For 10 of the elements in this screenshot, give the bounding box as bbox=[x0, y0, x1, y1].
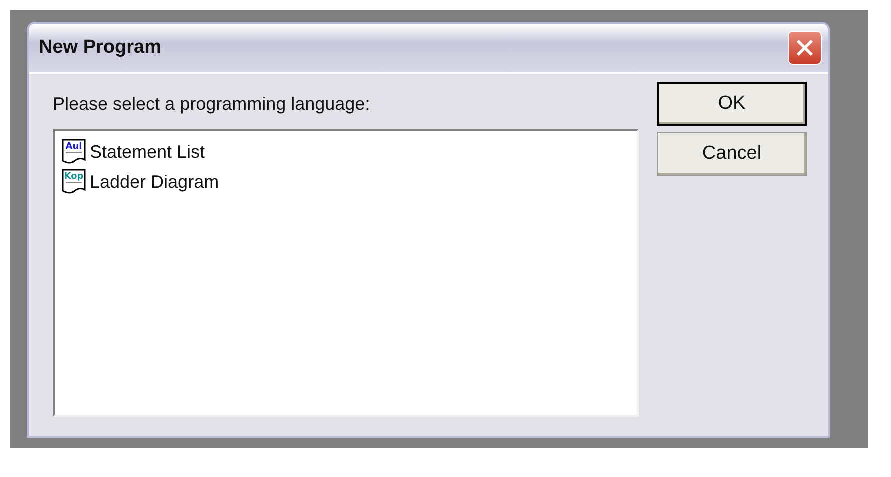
language-item[interactable]: Aul Statement List bbox=[61, 139, 206, 165]
close-icon bbox=[795, 38, 815, 58]
document-icon: Kop bbox=[61, 169, 87, 195]
prompt-label: Please select a programming language: bbox=[53, 94, 372, 115]
cancel-button[interactable]: Cancel bbox=[657, 132, 807, 176]
document-icon: Aul bbox=[61, 139, 87, 165]
window-title: New Program bbox=[39, 37, 162, 59]
language-item[interactable]: Kop Ladder Diagram bbox=[61, 169, 220, 195]
close-button[interactable] bbox=[788, 31, 822, 65]
ok-button[interactable]: OK bbox=[657, 82, 807, 126]
